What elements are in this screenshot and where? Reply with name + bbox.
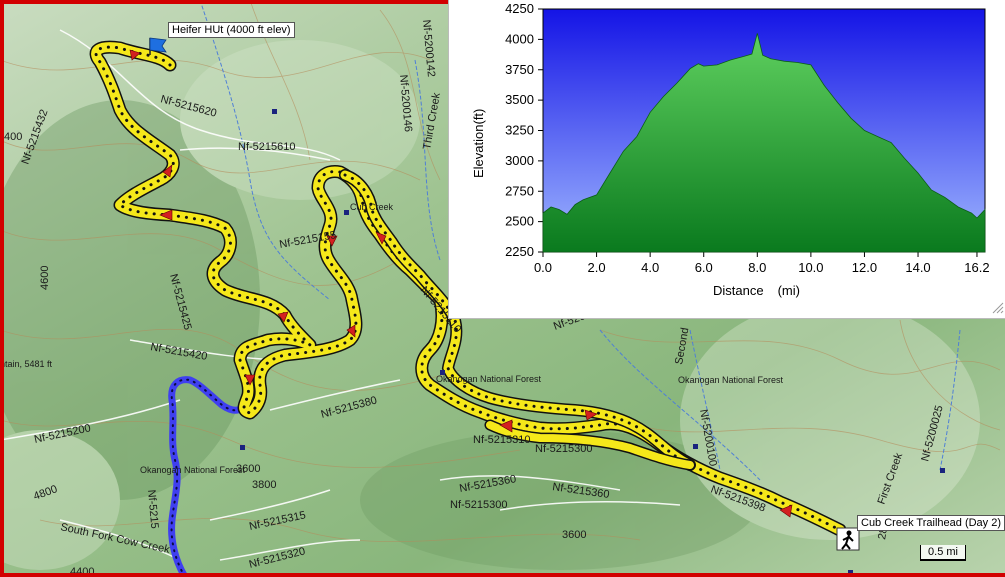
x-tick-label: 2.0 bbox=[588, 260, 606, 275]
forest-label: Okanogan National Forest bbox=[436, 374, 542, 384]
y-tick-label: 3000 bbox=[505, 153, 534, 168]
frame-border-bottom bbox=[0, 573, 1005, 577]
forest-label: Okanogan National Forest bbox=[678, 375, 784, 385]
road-label: Nf-5215310 bbox=[473, 434, 531, 446]
y-tick-label: 4250 bbox=[505, 1, 534, 16]
y-tick-labels: 4250 4000 3750 3500 3250 3000 2750 2500 2250 bbox=[505, 1, 534, 259]
y-tick-label: 4000 bbox=[505, 31, 534, 46]
x-tick-label: 4.0 bbox=[641, 260, 659, 275]
elevation-chart: 4250 4000 3750 3500 3250 3000 2750 2500 2250 0.0… bbox=[471, 1, 990, 298]
x-tick-label: 0.0 bbox=[534, 260, 552, 275]
y-tick-label: 2750 bbox=[505, 183, 534, 198]
elevation-label: 400 bbox=[4, 131, 22, 143]
elevation-label: 3600 bbox=[236, 463, 260, 475]
elevation-label: 3800 bbox=[252, 479, 276, 491]
x-axis-title: Distance (mi) bbox=[713, 283, 800, 298]
elevation-label: 3600 bbox=[562, 529, 586, 541]
forest-label: Okanogan National Forest bbox=[140, 465, 246, 475]
y-tick-label: 2500 bbox=[505, 214, 534, 229]
frame-border-left bbox=[0, 0, 4, 577]
waypoint-label-start[interactable]: Heifer HUt (4000 ft elev) bbox=[168, 22, 295, 38]
x-tick-label: 8.0 bbox=[748, 260, 766, 275]
x-tick-label: 6.0 bbox=[695, 260, 713, 275]
waypoint-label-end[interactable]: Cub Creek Trailhead (Day 2) bbox=[857, 515, 1005, 531]
scale-bar: 0.5 mi bbox=[920, 545, 966, 561]
resize-grip-icon[interactable] bbox=[990, 300, 1004, 314]
y-tick-label: 2250 bbox=[505, 244, 534, 259]
elevation-label: 4600 bbox=[39, 266, 51, 290]
peak-label: ntain, 5481 ft bbox=[0, 359, 53, 369]
x-tick-label: 14.0 bbox=[905, 260, 930, 275]
elevation-profile-panel[interactable]: 4250 4000 3750 3500 3250 3000 2750 2500 2250 0.0… bbox=[448, 0, 1005, 319]
road-label: Nf-5215610 bbox=[238, 141, 296, 153]
creek-label: Cub Creek bbox=[350, 202, 394, 212]
x-tick-label: 12.0 bbox=[852, 260, 877, 275]
road-label: Nf-5215300 bbox=[450, 499, 508, 511]
y-tick-label: 3750 bbox=[505, 62, 534, 77]
y-tick-label: 3500 bbox=[505, 92, 534, 107]
y-axis-title: Elevation(ft) bbox=[471, 109, 486, 178]
y-tick-label: 3250 bbox=[505, 123, 534, 138]
x-tick-label: 16.2 bbox=[964, 260, 989, 275]
x-tick-label: 10.0 bbox=[798, 260, 823, 275]
road-label: Nf-5215300 bbox=[535, 443, 593, 455]
x-tick-labels: 0.0 2.0 4.0 6.0 8.0 10.0 12.0 14.0 16.2 bbox=[534, 260, 990, 275]
hiker-icon[interactable] bbox=[836, 527, 860, 551]
